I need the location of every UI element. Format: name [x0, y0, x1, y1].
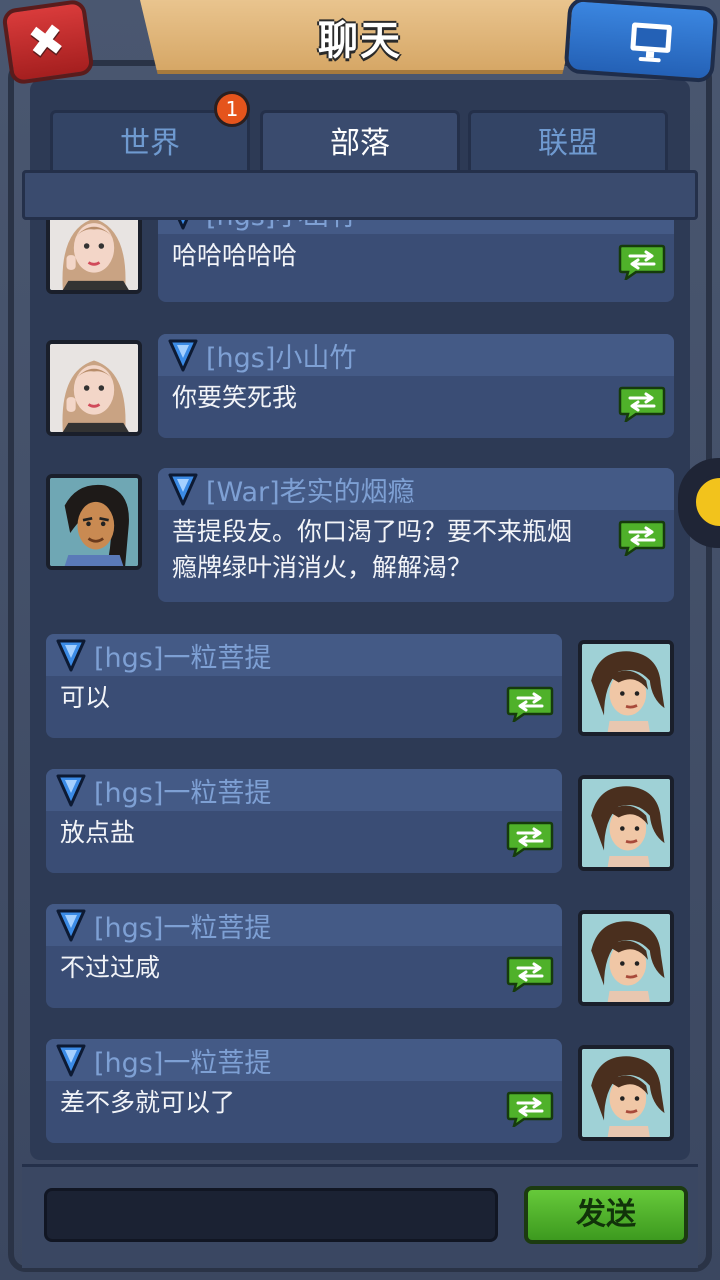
message-text: 哈哈哈哈哈 — [172, 241, 298, 270]
rank-shield-icon — [56, 1043, 86, 1077]
tab-tribe[interactable]: 部落 — [260, 110, 460, 176]
avatar[interactable] — [578, 1045, 674, 1141]
sender-name[interactable]: [hgs]一粒菩提 — [94, 1041, 271, 1080]
message-text: 菩提段友。你口渴了吗？要不来瓶烟 瘾牌绿叶消消火，解解渴？ — [172, 517, 573, 582]
rank-shield-icon — [56, 773, 86, 807]
message-item: [hgs]一粒菩提不过过咸 — [30, 904, 690, 1016]
message-bubble: [hgs]一粒菩提放点盐 — [46, 769, 562, 873]
message-item: [hgs]一粒菩提放点盐 — [30, 769, 690, 881]
close-icon: ✖ — [24, 13, 69, 70]
message-text: 可以 — [60, 683, 111, 712]
avatar[interactable] — [578, 640, 674, 736]
share-icon[interactable] — [618, 244, 666, 280]
tab-alliance[interactable]: 联盟 — [468, 110, 668, 176]
share-icon[interactable] — [618, 520, 666, 556]
send-button[interactable]: 发送 — [524, 1186, 688, 1244]
message-item: [hgs]一粒菩提可以 — [30, 634, 690, 746]
share-icon[interactable] — [506, 956, 554, 992]
message-bubble: [hgs]一粒菩提可以 — [46, 634, 562, 738]
sender-name[interactable]: [hgs]一粒菩提 — [94, 636, 271, 675]
sender-name[interactable]: [hgs]一粒菩提 — [94, 771, 271, 810]
share-icon[interactable] — [506, 686, 554, 722]
page-title: 聊天 — [318, 18, 402, 64]
message-item: [hgs]一粒菩提差不多就可以了 — [30, 1039, 690, 1151]
sender-name[interactable]: [hgs]小山竹 — [206, 336, 356, 375]
sender-name[interactable]: [hgs]一粒菩提 — [94, 906, 271, 945]
close-button[interactable]: ✖ — [1, 0, 95, 86]
unread-badge: 1 — [214, 91, 250, 127]
message-header: [hgs]一粒菩提 — [46, 1039, 562, 1081]
sender-name[interactable]: [War]老实的烟瘾 — [206, 470, 415, 509]
message-bubble: [hgs]小山竹哈哈哈哈哈 — [158, 220, 674, 302]
message-text: 放点盐 — [60, 818, 136, 847]
avatar[interactable] — [46, 340, 142, 436]
message-header: [War]老实的烟瘾 — [158, 468, 674, 510]
message-bubble: [hgs]小山竹你要笑死我 — [158, 334, 674, 438]
message-header: [hgs]小山竹 — [158, 220, 674, 234]
monitor-icon — [630, 22, 672, 63]
message-bubble: [War]老实的烟瘾菩提段友。你口渴了吗？要不来瓶烟 瘾牌绿叶消消火，解解渴？ — [158, 468, 674, 602]
rank-shield-icon — [168, 472, 198, 506]
message-text: 不过过咸 — [60, 953, 161, 982]
message-item: [hgs]小山竹哈哈哈哈哈 — [30, 220, 690, 310]
message-header: [hgs]一粒菩提 — [46, 634, 562, 676]
share-icon[interactable] — [506, 821, 554, 857]
share-icon[interactable] — [618, 386, 666, 422]
rank-shield-icon — [168, 220, 198, 230]
rank-shield-icon — [168, 338, 198, 372]
avatar[interactable] — [46, 220, 142, 294]
avatar[interactable] — [46, 474, 142, 570]
rank-shield-icon — [56, 638, 86, 672]
message-header: [hgs]小山竹 — [158, 334, 674, 376]
message-item: [hgs]小山竹你要笑死我 — [30, 334, 690, 446]
avatar[interactable] — [578, 910, 674, 1006]
avatar[interactable] — [578, 775, 674, 871]
message-bubble: [hgs]一粒菩提差不多就可以了 — [46, 1039, 562, 1143]
message-bubble: [hgs]一粒菩提不过过咸 — [46, 904, 562, 1008]
rank-shield-icon — [56, 908, 86, 942]
message-item: [War]老实的烟瘾菩提段友。你口渴了吗？要不来瓶烟 瘾牌绿叶消消火，解解渴？ — [30, 468, 690, 610]
message-input[interactable] — [44, 1188, 498, 1242]
screen-button[interactable] — [563, 0, 719, 84]
tab-bar — [22, 170, 698, 220]
message-text: 你要笑死我 — [172, 383, 298, 412]
share-icon[interactable] — [506, 1091, 554, 1127]
message-list[interactable]: [hgs]小山竹哈哈哈哈哈[hgs]小山竹你要笑死我[War]老实的烟瘾菩提段友… — [30, 220, 690, 1160]
message-text: 差不多就可以了 — [60, 1088, 236, 1117]
message-header: [hgs]一粒菩提 — [46, 769, 562, 811]
message-header: [hgs]一粒菩提 — [46, 904, 562, 946]
sender-name[interactable]: [hgs]小山竹 — [206, 220, 356, 233]
